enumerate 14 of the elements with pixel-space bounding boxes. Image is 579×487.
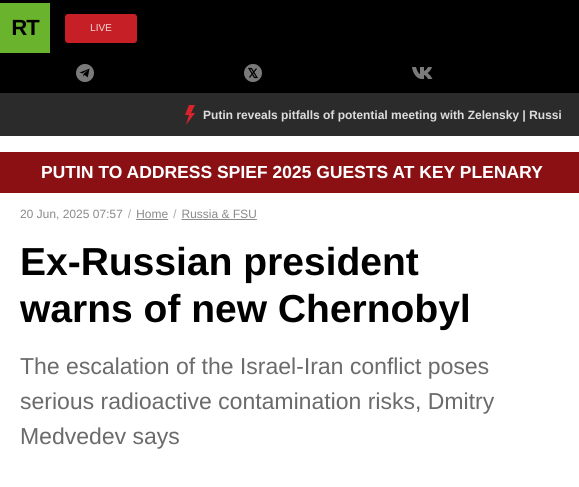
- breaking-banner[interactable]: PUTIN TO ADDRESS SPIEF 2025 GUESTS AT KEY PLENARY: [0, 152, 579, 193]
- publish-date: 20 Jun, 2025 07:57: [20, 207, 123, 221]
- banner-headline: PUTIN TO ADDRESS SPIEF 2025 GUESTS AT KEY PLENARY: [41, 162, 543, 183]
- live-button[interactable]: LIVE: [65, 14, 137, 43]
- breadcrumb-separator: /: [128, 207, 132, 221]
- telegram-icon[interactable]: [75, 63, 95, 83]
- vk-icon[interactable]: [411, 66, 433, 80]
- article-summary: The escalation of the Israel-Iran conflict poses serious radioactive contamination risks, Dmitry Medvedev says: [20, 352, 496, 451]
- breadcrumb-separator: /: [173, 207, 176, 221]
- x-icon[interactable]: [243, 63, 263, 83]
- ticker-headline-link[interactable]: Putin reveals pitfalls of potential meeting with Zelensky | Russi: [203, 108, 562, 122]
- logo[interactable]: RT: [0, 3, 50, 53]
- lightning-icon: [184, 104, 196, 124]
- article-headline: Ex-Russian president warns of new Chernobyl: [20, 240, 472, 333]
